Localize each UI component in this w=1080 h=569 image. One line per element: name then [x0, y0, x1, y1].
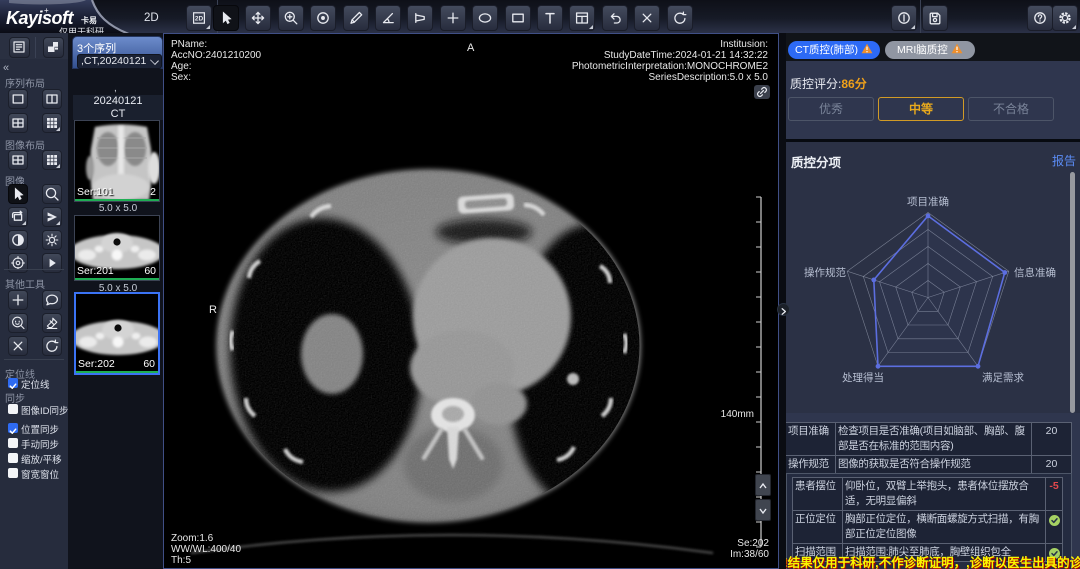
- svg-text:2D: 2D: [195, 16, 204, 23]
